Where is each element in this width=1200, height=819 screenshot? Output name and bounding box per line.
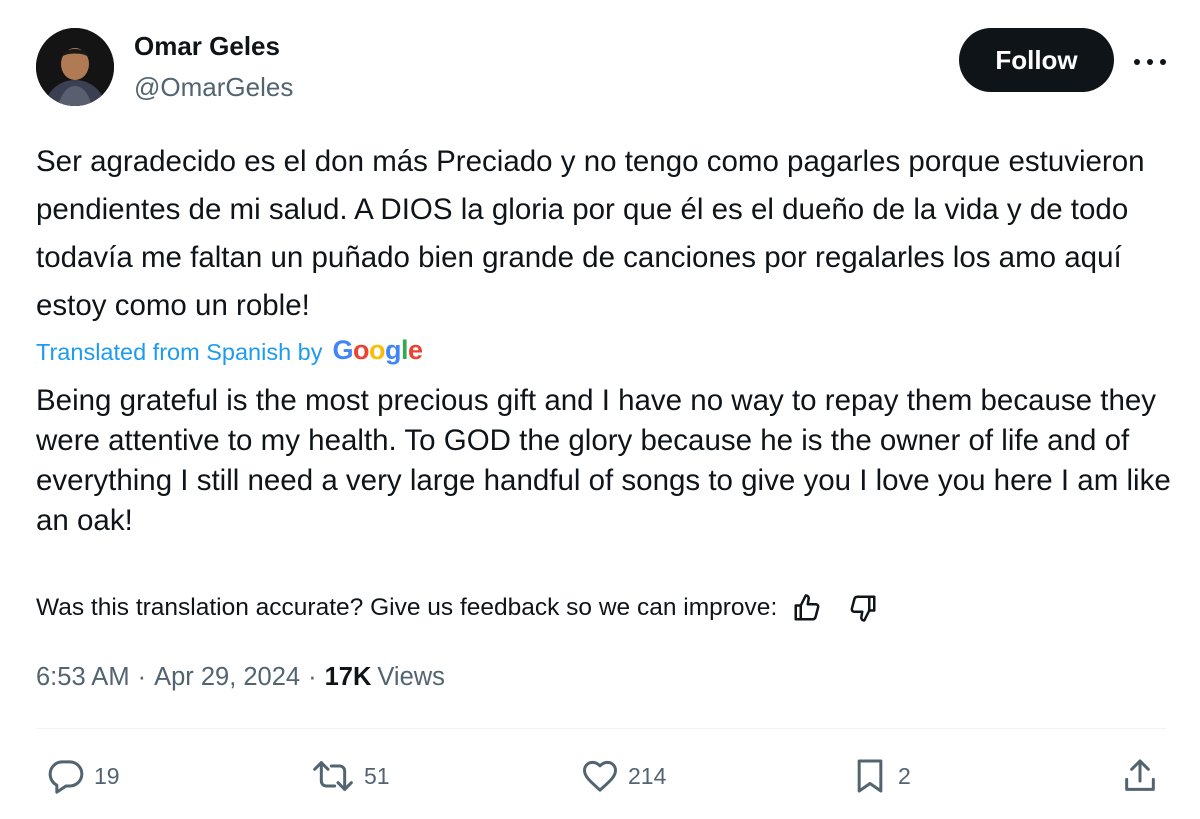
- google-logo: Google: [332, 334, 424, 365]
- meta-separator: ·: [308, 662, 317, 691]
- more-icon[interactable]: [1128, 44, 1172, 80]
- divider: [36, 728, 1166, 729]
- author-handle[interactable]: @OmarGeles: [134, 71, 293, 103]
- tweet-meta: 6:53 AM · Apr 29, 2024 · 17K Views: [36, 659, 445, 695]
- bookmark-count: 2: [898, 762, 911, 789]
- reply-count: 19: [94, 762, 120, 789]
- views-count[interactable]: 17K: [325, 663, 372, 692]
- feedback-prompt: Was this translation accurate? Give us f…: [36, 594, 778, 621]
- author-name[interactable]: Omar Geles: [134, 30, 280, 62]
- repost-count: 51: [364, 762, 390, 789]
- bookmark-icon: [857, 759, 883, 793]
- share-icon: [1125, 759, 1155, 791]
- like-count: 214: [628, 762, 667, 789]
- reply-button[interactable]: 19: [46, 754, 120, 798]
- avatar[interactable]: [36, 28, 114, 106]
- tweet-time[interactable]: 6:53 AM: [36, 663, 130, 692]
- repost-icon: [313, 761, 353, 791]
- thumbs-up-icon[interactable]: [787, 588, 827, 628]
- share-button[interactable]: [1120, 754, 1160, 798]
- tweet-date[interactable]: Apr 29, 2024: [154, 663, 300, 692]
- repost-button[interactable]: 51: [310, 754, 390, 798]
- translation-attribution: Translated from Spanish by Google: [36, 334, 423, 370]
- meta-separator: ·: [137, 662, 147, 691]
- translated-label[interactable]: Translated from Spanish by: [36, 339, 323, 366]
- reply-icon: [48, 760, 84, 794]
- tweet-text: Ser agradecido es el don más Preciado y …: [36, 145, 1145, 322]
- thumbs-down-icon[interactable]: [843, 588, 883, 628]
- translation-text: Being grateful is the most precious gift…: [36, 384, 1171, 537]
- bookmark-button[interactable]: 2: [850, 754, 911, 798]
- like-icon: [583, 760, 617, 792]
- translation-feedback: Was this translation accurate? Give us f…: [36, 588, 883, 628]
- views-label: Views: [377, 662, 445, 691]
- like-button[interactable]: 214: [580, 754, 666, 798]
- follow-button[interactable]: Follow: [959, 28, 1114, 92]
